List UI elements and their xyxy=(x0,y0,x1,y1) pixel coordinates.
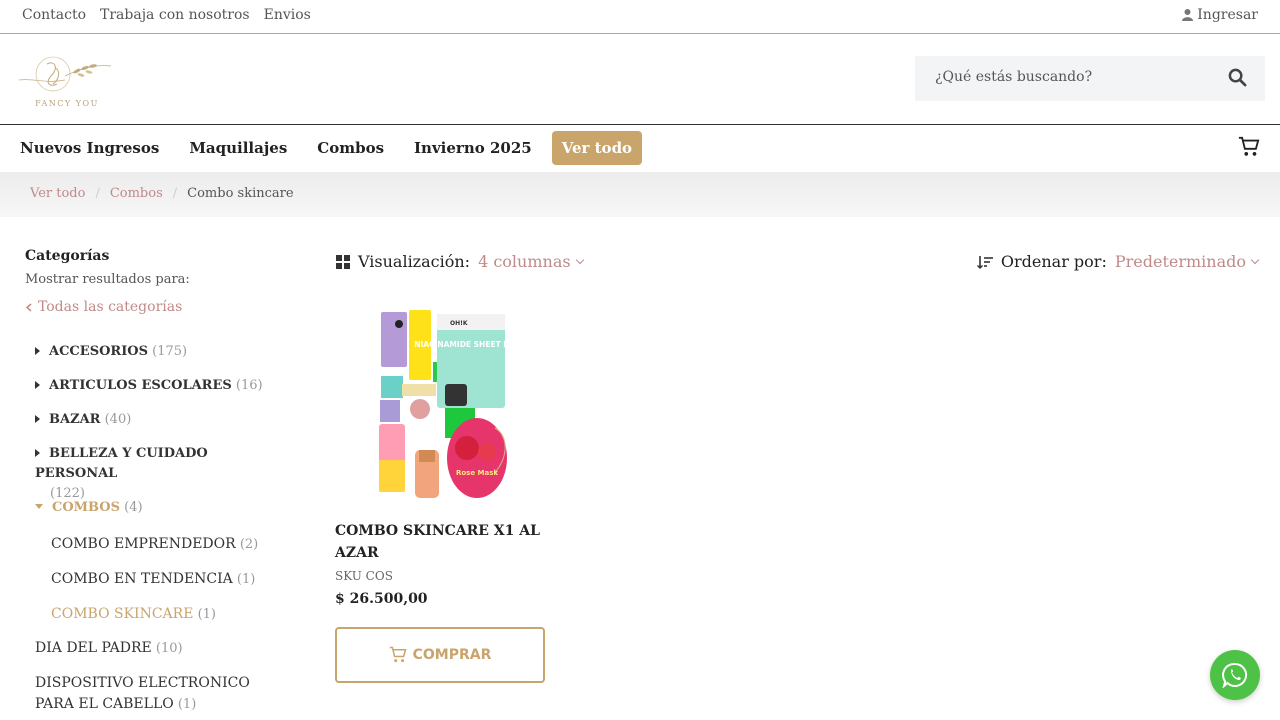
logo[interactable]: FANCY YOU xyxy=(15,50,119,110)
all-categories-link[interactable]: Todas las categorías xyxy=(25,299,295,315)
category-combos[interactable]: COMBOS (4) xyxy=(35,498,143,518)
results-for-label: Mostrar resultados para: xyxy=(25,272,190,287)
chevron-down-icon xyxy=(1250,255,1260,265)
category-name: DISPOSITIVO ELECTRONICO PARA EL CABELLO xyxy=(35,675,250,712)
rose-label: Rose Mask xyxy=(456,469,498,477)
search-icon[interactable] xyxy=(1228,68,1247,87)
category-name: BAZAR xyxy=(49,412,101,427)
chevron-down-icon xyxy=(575,255,584,265)
mask-label: NIACINAMIDE SHEET MASK xyxy=(414,340,529,349)
category-accesorios[interactable]: ACCESORIOS (175) xyxy=(35,342,187,362)
user-icon xyxy=(1182,9,1194,21)
brand-label: OH!K xyxy=(450,320,468,327)
category-dia-del-padre[interactable]: DIA DEL PADRE (10) xyxy=(35,638,183,659)
buy-button[interactable]: COMPRAR xyxy=(335,627,545,683)
category-name: COMBOS xyxy=(52,500,121,515)
main-nav: Nuevos Ingresos Maquillajes Combos Invie… xyxy=(0,126,1280,172)
category-dispositivo-electronico[interactable]: DISPOSITIVO ELECTRONICO PARA EL CABELLO … xyxy=(35,673,285,715)
login-label: Ingresar xyxy=(1197,7,1258,23)
subcategory-name: COMBO EN TENDENCIA xyxy=(51,571,233,587)
top-links: Contacto Trabaja con nosotros Envios xyxy=(22,7,311,23)
whatsapp-button[interactable] xyxy=(1210,650,1260,700)
top-bar: Contacto Trabaja con nosotros Envios Ing… xyxy=(0,0,1280,34)
category-name: DIA DEL PADRE xyxy=(35,640,152,656)
view-selector[interactable]: Visualización: 4 columnas xyxy=(336,252,584,271)
whatsapp-icon xyxy=(1222,662,1247,688)
category-bazar[interactable]: BAZAR (40) xyxy=(35,410,131,430)
subcategory-name: COMBO EMPRENDEDOR xyxy=(51,536,236,552)
breadcrumb-separator: / xyxy=(95,186,100,201)
subcategory-count: (2) xyxy=(239,537,259,552)
nav-item-maquillajes[interactable]: Maquillajes xyxy=(189,131,287,165)
shipping-link[interactable]: Envios xyxy=(264,7,311,23)
product-price: $ 26.500,00 xyxy=(335,591,428,607)
product-title[interactable]: COMBO SKINCARE X1 AL AZAR xyxy=(335,520,545,564)
category-count: (4) xyxy=(124,500,143,515)
caret-right-icon xyxy=(35,415,40,423)
category-count: (1) xyxy=(177,697,197,712)
contact-link[interactable]: Contacto xyxy=(22,7,86,23)
grid-icon xyxy=(336,254,350,269)
category-count: (40) xyxy=(104,412,132,427)
subcategory-combo-en-tendencia[interactable]: COMBO EN TENDENCIA (1) xyxy=(51,569,255,590)
subcategory-count: (1) xyxy=(197,607,216,622)
nav-ver-todo-button[interactable]: Ver todo xyxy=(551,131,643,165)
categories-title: Categorías xyxy=(25,248,110,264)
category-articulos-escolares[interactable]: ARTICULOS ESCOLARES (16) xyxy=(35,376,263,396)
category-name: ACCESORIOS xyxy=(49,344,148,359)
subcategory-combo-skincare[interactable]: COMBO SKINCARE (1) xyxy=(51,604,216,625)
caret-right-icon xyxy=(35,381,40,389)
subcategory-count: (1) xyxy=(236,572,256,587)
logo-text: FANCY YOU xyxy=(35,99,99,108)
breadcrumb: Ver todo / Combos / Combo skincare xyxy=(0,172,1280,217)
sort-value-text: Predeterminado xyxy=(1114,252,1246,271)
caret-right-icon xyxy=(35,449,40,457)
header: FANCY YOU ¿Qué estás buscando? xyxy=(0,34,1280,125)
view-value-text: 4 columnas xyxy=(478,252,571,271)
caret-down-icon xyxy=(35,504,43,509)
breadcrumb-ver-todo[interactable]: Ver todo xyxy=(30,186,85,201)
nav-item-combos[interactable]: Combos xyxy=(317,131,384,165)
sort-value[interactable]: Predeterminado xyxy=(1114,252,1260,271)
view-value[interactable]: 4 columnas xyxy=(478,252,584,271)
product-photo: NIACINAMIDE SHEET MASK OH!K Rose Mask xyxy=(379,310,529,498)
product-sku: SKU COS xyxy=(335,569,393,583)
logo-mark xyxy=(18,56,112,92)
breadcrumb-separator: / xyxy=(172,186,178,201)
breadcrumb-current: Combo skincare xyxy=(187,186,294,201)
search-input[interactable]: ¿Qué estás buscando? xyxy=(935,69,1092,85)
search-bar[interactable]: ¿Qué estás buscando? xyxy=(915,56,1265,101)
cart-icon xyxy=(389,646,407,663)
jobs-link[interactable]: Trabaja con nosotros xyxy=(100,7,250,23)
subcategory-name: COMBO SKINCARE xyxy=(51,606,194,622)
login-link[interactable]: Ingresar xyxy=(1182,7,1258,23)
category-count: (10) xyxy=(155,641,183,656)
subcategory-combo-emprendedor[interactable]: COMBO EMPRENDEDOR (2) xyxy=(51,534,258,555)
sort-selector[interactable]: Ordenar por: Predeterminado xyxy=(976,252,1260,271)
category-sidebar: Categorías Mostrar resultados para: Toda… xyxy=(25,248,295,315)
cart-icon[interactable] xyxy=(1238,136,1260,158)
product-image[interactable]: NIACINAMIDE SHEET MASK OH!K Rose Mask xyxy=(335,300,545,510)
buy-label: COMPRAR xyxy=(412,647,492,663)
sort-icon xyxy=(976,255,993,269)
nav-item-nuevos-ingresos[interactable]: Nuevos Ingresos xyxy=(20,131,159,165)
view-label: Visualización: xyxy=(358,252,471,271)
category-belleza[interactable]: BELLEZA Y CUIDADO PERSONAL (122) xyxy=(35,444,280,504)
caret-right-icon xyxy=(35,347,40,355)
breadcrumb-combos[interactable]: Combos xyxy=(110,186,163,201)
category-name: BELLEZA Y CUIDADO PERSONAL xyxy=(35,446,208,481)
category-name: ARTICULOS ESCOLARES xyxy=(49,378,232,393)
all-categories-label: Todas las categorías xyxy=(38,299,183,315)
sort-label: Ordenar por: xyxy=(1000,252,1107,271)
category-count: (175) xyxy=(152,344,188,359)
product-card: NIACINAMIDE SHEET MASK OH!K Rose Mask CO… xyxy=(335,300,545,607)
chevron-left-icon xyxy=(25,302,32,312)
nav-item-invierno-2025[interactable]: Invierno 2025 xyxy=(414,131,532,165)
category-count: (16) xyxy=(235,378,263,393)
